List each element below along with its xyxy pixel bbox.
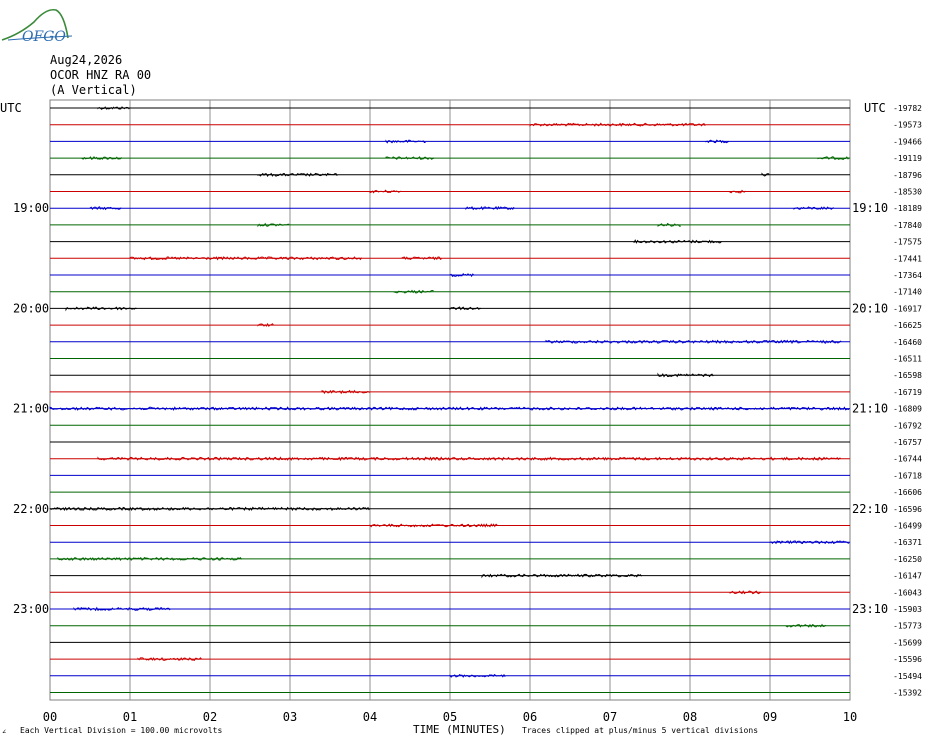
right-time-label: 22:10: [852, 502, 888, 516]
offset-label: -17441: [893, 254, 922, 263]
trace-burst: [633, 239, 722, 244]
trace-burst: [449, 306, 482, 311]
right-time-label: 20:10: [852, 301, 888, 315]
offset-label: -16511: [893, 355, 922, 364]
x-tick-label: 01: [123, 710, 137, 724]
offset-label: -16792: [893, 421, 922, 430]
offset-label: -16598: [893, 371, 922, 380]
offset-label: -16809: [893, 405, 922, 414]
left-time-label: 23:00: [13, 602, 49, 616]
offset-label: -19573: [893, 121, 922, 130]
x-tick-label: 06: [523, 710, 537, 724]
offset-label: -16625: [893, 321, 922, 330]
offset-label: -18796: [893, 171, 922, 180]
left-axis-label: UTC: [0, 101, 22, 115]
trace-burst: [449, 673, 506, 678]
right-time-label: 23:10: [852, 602, 888, 616]
offset-label: -16250: [893, 555, 922, 564]
right-time-label: 19:10: [852, 201, 888, 215]
x-tick-label: 10: [843, 710, 857, 724]
offset-label: -15773: [893, 622, 922, 631]
offset-label: -16718: [893, 471, 922, 480]
offset-label: -17364: [893, 271, 922, 280]
footer-mark: ∠: [2, 728, 6, 736]
x-tick-label: 08: [683, 710, 697, 724]
offset-label: -16371: [893, 538, 922, 547]
x-axis-title: TIME (MINUTES): [413, 723, 506, 736]
offset-label: -18189: [893, 204, 922, 213]
helicorder-plot: -19782 -19573 -19466 -19119 -18796 -18530 -181…: [0, 99, 922, 736]
offset-label: -18530: [893, 188, 922, 197]
offset-label: -16757: [893, 438, 922, 447]
offset-label: -15903: [893, 605, 922, 614]
trace-burst: [481, 573, 642, 579]
offset-label: -16606: [893, 488, 922, 497]
scale-note: Each Vertical Division = 100.00 microvol…: [20, 726, 222, 735]
left-time-label: 20:00: [13, 301, 49, 315]
axis-labels: -19782 -19573 -19466 -19119 -18796 -18530 -181…: [0, 101, 922, 736]
trace-burst: [81, 156, 122, 160]
offset-label: -16460: [893, 338, 922, 347]
left-time-label: 21:00: [13, 402, 49, 416]
offset-label: -15596: [893, 655, 922, 664]
offset-label: -19119: [893, 154, 922, 163]
offset-label: -16043: [893, 588, 922, 597]
offset-label: -19466: [893, 137, 922, 146]
offset-label: -16499: [893, 522, 922, 531]
offset-label: -16744: [893, 455, 922, 464]
offset-label: -15392: [893, 689, 922, 698]
x-tick-label: 03: [283, 710, 297, 724]
trace-burst: [729, 189, 746, 194]
offset-label: -16147: [893, 572, 922, 581]
offset-label: -17575: [893, 238, 922, 247]
offset-label: -15494: [893, 672, 922, 681]
right-time-label: 21:10: [852, 402, 888, 416]
offset-label: -17140: [893, 288, 922, 297]
left-time-label: 22:00: [13, 502, 49, 516]
right-axis-label: UTC: [864, 101, 886, 115]
offset-label: -16917: [893, 304, 922, 313]
trace-burst: [393, 289, 434, 294]
offset-label: -17840: [893, 221, 922, 230]
x-tick-label: 09: [763, 710, 777, 724]
trace-burst: [401, 256, 442, 261]
x-tick-label: 02: [203, 710, 217, 724]
offset-label: -16596: [893, 505, 922, 514]
x-tick-label: 07: [603, 710, 617, 724]
offset-label: -15699: [893, 638, 922, 647]
x-tick-label: 05: [443, 710, 457, 724]
offset-label: -19782: [893, 104, 922, 113]
x-tick-label: 00: [43, 710, 57, 724]
left-time-label: 19:00: [13, 201, 49, 215]
offset-label: -16719: [893, 388, 922, 397]
x-tick-label: 04: [363, 710, 377, 724]
clip-note: Traces clipped at plus/minus 5 vertical …: [522, 726, 758, 735]
